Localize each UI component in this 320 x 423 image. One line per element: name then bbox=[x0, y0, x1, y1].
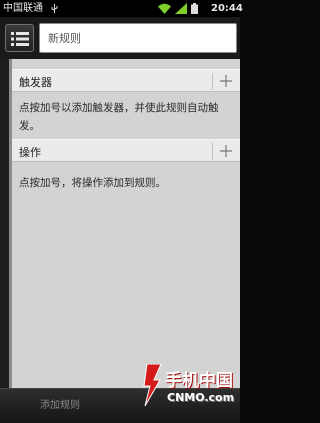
triggers-title: 触发器 bbox=[19, 76, 52, 89]
rule-editor-header bbox=[0, 17, 240, 59]
usb-icon bbox=[51, 4, 58, 13]
carrier-label: 中国联通 bbox=[3, 3, 43, 14]
wifi-icon bbox=[158, 3, 171, 14]
plus-icon bbox=[220, 145, 232, 157]
rule-name-input[interactable] bbox=[39, 23, 237, 53]
actions-title: 操作 bbox=[19, 146, 41, 159]
actions-description: 点按加号，将操作添加到规则。 bbox=[19, 177, 166, 189]
plus-icon bbox=[220, 75, 232, 87]
watermark-brand-en: CNMO.com bbox=[167, 391, 235, 404]
section-divider bbox=[212, 143, 213, 160]
watermark-brand-cn: 手机中国 bbox=[165, 371, 233, 391]
signal-icon bbox=[175, 3, 187, 14]
clock: 20:44 bbox=[211, 3, 243, 14]
rule-content: 触发器 点按加号以添加触发器，并使此规则自动触发。 操作 点按加号，将操作添加到… bbox=[12, 59, 240, 388]
cnmo-logo-icon bbox=[143, 364, 162, 406]
list-icon bbox=[11, 32, 29, 46]
add-trigger-button[interactable] bbox=[217, 71, 235, 91]
status-bar: 中国联通 20:44 bbox=[0, 0, 243, 17]
actions-section-header: 操作 bbox=[12, 139, 240, 162]
add-rule-button[interactable]: 添加规则 bbox=[0, 389, 120, 423]
triggers-description: 点按加号以添加触发器，并使此规则自动触发。 bbox=[19, 102, 219, 132]
triggers-section-header: 触发器 bbox=[12, 69, 240, 92]
battery-icon bbox=[191, 3, 198, 14]
cnmo-watermark: 手机中国 CNMO.com bbox=[143, 362, 240, 417]
menu-button[interactable] bbox=[5, 24, 34, 52]
section-divider bbox=[212, 73, 213, 90]
add-action-button[interactable] bbox=[217, 141, 235, 161]
